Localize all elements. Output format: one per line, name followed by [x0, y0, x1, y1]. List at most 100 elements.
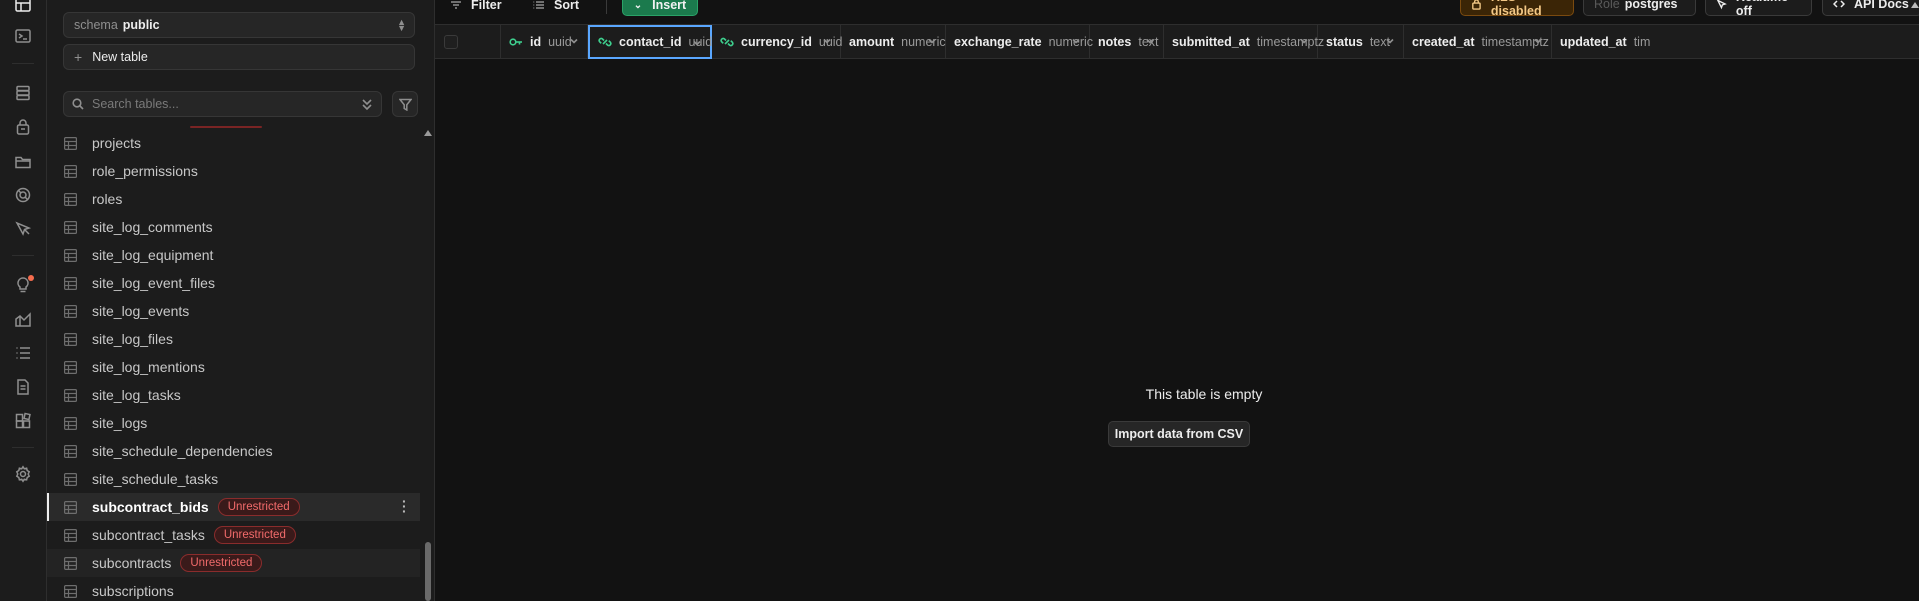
table-sidebar: schema public ▲▼ + New table projects rol…	[47, 0, 435, 601]
new-table-button[interactable]: + New table	[63, 44, 415, 70]
table-list-item[interactable]: site_log_event_files	[47, 269, 420, 297]
table-icon	[64, 136, 78, 150]
table-icon	[64, 388, 78, 402]
table-name: site_log_comments	[92, 219, 213, 235]
column-name: currency_id	[741, 35, 812, 49]
column-header-created-at[interactable]: created_at timestamptz	[1404, 25, 1552, 59]
table-list-item[interactable]: site_log_mentions	[47, 353, 420, 381]
table-list-item[interactable]: site_schedule_dependencies	[47, 437, 420, 465]
table-list-item[interactable]: site_log_comments	[47, 213, 420, 241]
table-list-item[interactable]: site_log_files	[47, 325, 420, 353]
column-header-currency-id[interactable]: currency_id uuid	[712, 25, 843, 59]
sql-editor-icon[interactable]	[14, 27, 32, 45]
table-list-scrollbar[interactable]	[421, 126, 435, 601]
link-icon	[598, 36, 612, 48]
filter-tables-button[interactable]	[392, 91, 418, 117]
chevron-down-icon[interactable]	[1145, 35, 1155, 45]
new-table-label: New table	[92, 50, 148, 64]
search-tables-box[interactable]	[63, 91, 382, 117]
table-icon	[64, 192, 78, 206]
logs-icon[interactable]	[14, 344, 32, 362]
role-selector[interactable]: Role postgres	[1583, 0, 1696, 16]
table-name: subcontracts	[92, 555, 172, 571]
table-list-item[interactable]: subscriptions	[47, 577, 420, 601]
badge-edge	[190, 126, 262, 128]
search-tables-input[interactable]	[92, 97, 352, 111]
realtime-icon[interactable]	[14, 186, 32, 204]
table-icon	[64, 444, 78, 458]
rls-disabled-button[interactable]: RLS disabled	[1460, 0, 1574, 18]
column-header-updated-at[interactable]: updated_at tim	[1552, 25, 1919, 59]
column-header-status[interactable]: status text	[1318, 25, 1404, 59]
chevron-down-icon[interactable]	[1071, 35, 1081, 45]
table-list: projects role_permissionsroles site_log_co…	[47, 126, 420, 601]
column-header-notes[interactable]: notes text	[1090, 25, 1164, 59]
insert-button[interactable]: ⌄ Insert	[622, 0, 698, 16]
scrollbar-thumb[interactable]	[425, 542, 431, 601]
table-name: roles	[92, 191, 123, 207]
table-icon	[64, 360, 78, 374]
table-name: subscriptions	[92, 583, 174, 599]
scroll-up-arrow-icon[interactable]	[424, 130, 432, 136]
column-header-exchange-rate[interactable]: exchange_rate numeric	[946, 25, 1093, 59]
sort-icon	[533, 1, 544, 9]
reports-icon[interactable]	[14, 310, 32, 328]
table-list-item[interactable]: site_log_tasks	[47, 381, 420, 409]
code-icon	[1833, 0, 1845, 8]
select-all-checkbox[interactable]	[444, 35, 458, 49]
chevron-down-icon[interactable]	[569, 35, 579, 45]
filter-lines-icon	[451, 1, 461, 9]
table-list-item[interactable]: subcontracts Unrestricted	[47, 549, 420, 577]
api-docs-icon[interactable]	[14, 378, 32, 396]
column-header-submitted-at[interactable]: submitted_at timestamptz	[1164, 25, 1324, 59]
sort-button[interactable]: Sort	[533, 0, 579, 16]
double-chevron-down-icon[interactable]	[361, 97, 373, 111]
auth-icon[interactable]	[14, 118, 32, 136]
column-name: notes	[1098, 35, 1132, 49]
plus-icon: +	[74, 49, 83, 65]
schema-select[interactable]: schema public ▲ ▼	[63, 12, 415, 38]
realtime-toggle[interactable]: Realtime off	[1705, 0, 1812, 18]
advisors-icon[interactable]	[14, 275, 34, 294]
schema-label: schema	[74, 18, 118, 32]
unrestricted-badge: Unrestricted	[180, 554, 263, 572]
column-header-amount[interactable]: amount numeric	[841, 25, 946, 59]
realtime-cursor-icon	[1716, 0, 1727, 10]
api-docs-button[interactable]: API Docs	[1822, 0, 1919, 16]
database-icon[interactable]	[14, 84, 32, 102]
column-header-id[interactable]: id uuid	[501, 25, 588, 59]
chevron-down-icon[interactable]	[1299, 35, 1309, 45]
filter-button[interactable]: Filter	[450, 0, 502, 16]
storage-icon[interactable]	[14, 152, 32, 170]
table-editor-icon[interactable]	[14, 0, 32, 14]
table-list-item[interactable]: site_logs	[47, 409, 420, 437]
icon-rail	[0, 0, 47, 601]
chevron-down-icon[interactable]	[1385, 35, 1395, 45]
table-icon	[64, 500, 78, 514]
chevron-down-icon[interactable]	[692, 37, 702, 47]
table-grid-area: Filter Sort ⌄ Insert RLS disabled Role p…	[435, 0, 1919, 601]
table-name: site_log_equipment	[92, 247, 214, 263]
table-list-item[interactable]: roles	[47, 185, 420, 213]
import-csv-button[interactable]: Import data from CSV	[1108, 421, 1250, 447]
chevron-down-icon[interactable]	[822, 35, 832, 45]
table-name: site_schedule_tasks	[92, 471, 219, 487]
more-options-icon[interactable]: · · ·	[402, 494, 407, 518]
chevron-down-icon: ⌄	[633, 0, 643, 11]
table-list-item[interactable]: site_schedule_tasks	[47, 465, 420, 493]
table-list-item[interactable]: site_log_events	[47, 297, 420, 325]
column-header-contact-id[interactable]: contact_id uuid	[588, 25, 712, 59]
chevron-down-icon[interactable]	[1533, 35, 1543, 45]
settings-icon[interactable]	[14, 465, 32, 483]
table-list-item[interactable]: projects	[47, 129, 420, 157]
select-all-column	[435, 25, 501, 59]
integrations-icon[interactable]	[14, 412, 32, 430]
table-list-item[interactable]: role_permissions	[47, 157, 420, 185]
scroll-up-arrow-icon[interactable]	[1911, 2, 1919, 8]
chevron-down-icon[interactable]	[927, 35, 937, 45]
table-list-item[interactable]: subcontract_bids Unrestricted · · ·	[47, 493, 420, 521]
table-list-item[interactable]: site_log_equipment	[47, 241, 420, 269]
column-name: contact_id	[619, 35, 682, 49]
table-list-item[interactable]: subcontract_tasks Unrestricted	[47, 521, 420, 549]
edge-functions-icon[interactable]	[14, 220, 32, 238]
